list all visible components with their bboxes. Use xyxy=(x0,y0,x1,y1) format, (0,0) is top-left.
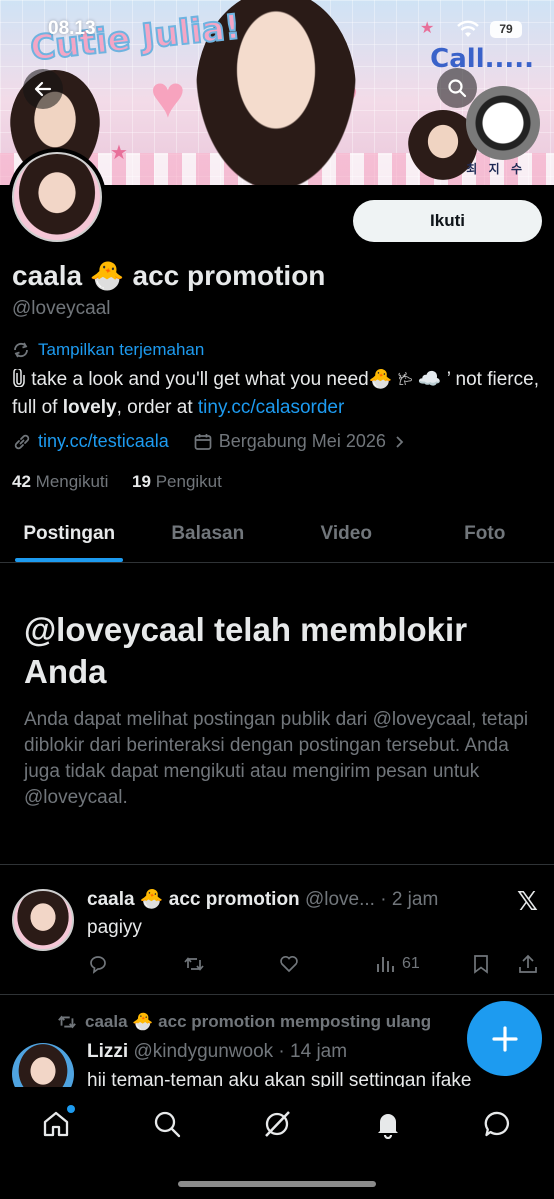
reply-icon xyxy=(90,956,106,974)
home-notification-dot xyxy=(67,1105,75,1113)
profile-display-name: caala 🐣 acc promotion xyxy=(12,260,326,291)
post-handle-time: @love... · 2 jam xyxy=(304,889,439,910)
star-decoration: ★ xyxy=(110,142,128,164)
profile-bio: take a look and you'll get what you need… xyxy=(12,366,547,422)
wifi-icon xyxy=(457,20,479,37)
screen-record-button[interactable] xyxy=(466,86,540,160)
follow-button[interactable]: Ikuti xyxy=(353,200,542,242)
status-bar: 08.13 79 xyxy=(0,18,554,44)
nav-messages[interactable] xyxy=(481,1107,515,1141)
share-icon xyxy=(519,954,537,973)
link-icon xyxy=(14,434,30,449)
followers-label: Pengikut xyxy=(155,472,222,491)
profile-handle: @loveycaal xyxy=(12,298,111,319)
bio-bold-text: lovely xyxy=(62,397,117,418)
blocked-title: @loveycaal telah memblokir Anda xyxy=(24,611,468,690)
views-icon xyxy=(377,957,394,972)
avatar-image xyxy=(12,152,102,242)
battery-indicator: 79 xyxy=(490,21,522,38)
repost-button[interactable] xyxy=(183,953,205,975)
bookmark-icon xyxy=(474,955,488,974)
following-count: 42 xyxy=(12,472,31,491)
like-button[interactable] xyxy=(278,953,300,975)
bio-text-3: , order at xyxy=(116,397,198,418)
status-time: 08.13 xyxy=(48,18,96,39)
explore-icon xyxy=(154,1111,181,1138)
nav-notifications[interactable] xyxy=(371,1107,405,1141)
tab-foto[interactable]: Foto xyxy=(416,505,554,562)
views-count: 61 xyxy=(402,955,420,972)
chevron-right-icon[interactable] xyxy=(392,435,406,449)
section-divider xyxy=(0,864,554,865)
followers-count: 19 xyxy=(132,472,151,491)
post-header[interactable]: caala 🐣 acc promotion @love... · 2 jam xyxy=(87,887,438,911)
post-author-name: Lizzi xyxy=(87,1041,129,1062)
post-actions: 61 xyxy=(87,953,542,979)
reply-button[interactable] xyxy=(87,953,109,975)
tab-video[interactable]: Video xyxy=(277,505,416,562)
views-button[interactable]: 61 xyxy=(374,953,420,975)
nav-grok[interactable] xyxy=(260,1107,294,1141)
post-header[interactable]: Lizzi @kindygunwook · 14 jam xyxy=(87,1041,347,1063)
search-icon xyxy=(448,79,467,98)
heart-decoration: ♥ xyxy=(150,63,186,130)
x-logo-icon: 𝕏 xyxy=(517,887,538,917)
bookmark-button[interactable] xyxy=(470,953,492,975)
paperclip-icon xyxy=(13,367,25,388)
home-icon xyxy=(43,1111,69,1137)
translate-link[interactable]: Tampilkan terjemahan xyxy=(12,340,204,360)
banner-deco-name: 최 지 수 xyxy=(466,162,526,176)
messages-icon xyxy=(484,1111,510,1137)
chain-icon: 𐂂 xyxy=(397,372,413,388)
repost-icon xyxy=(58,1015,76,1029)
nav-explore[interactable] xyxy=(150,1107,184,1141)
bio-text-1: take a look and you'll get what you need… xyxy=(31,369,398,390)
repost-icon xyxy=(184,957,204,971)
follow-counts: 42 Mengikuti 19 Pengikut xyxy=(12,472,222,492)
post-divider xyxy=(0,994,554,995)
like-icon xyxy=(280,955,298,973)
translate-label: Tampilkan terjemahan xyxy=(38,340,205,359)
post-text[interactable]: pagiyy xyxy=(87,917,142,939)
bio-order-link[interactable]: tiny.cc/calasorder xyxy=(198,397,344,418)
notifications-icon xyxy=(378,1114,398,1139)
profile-avatar[interactable] xyxy=(8,148,106,246)
translate-icon xyxy=(14,342,28,358)
home-indicator-bar[interactable] xyxy=(178,1181,376,1187)
repost-indicator: caala 🐣 acc promotion memposting ulang xyxy=(57,1012,431,1032)
back-arrow-icon xyxy=(34,81,52,97)
following-link[interactable]: 42 Mengikuti xyxy=(12,472,108,491)
website-link[interactable]: tiny.cc/testicaala xyxy=(38,431,169,452)
back-button[interactable] xyxy=(23,69,63,109)
following-label: Mengikuti xyxy=(35,472,109,491)
joined-date: Bergabung Mei 2026 xyxy=(218,431,386,451)
tab-postingan[interactable]: Postingan xyxy=(0,505,139,562)
calendar-icon xyxy=(194,433,212,450)
banner-deco-call: Call..... xyxy=(430,44,534,74)
compose-button[interactable] xyxy=(467,1001,542,1076)
grok-icon xyxy=(265,1111,290,1137)
blocked-description: Anda dapat melihat postingan publik dari… xyxy=(24,709,529,808)
repost-label: caala 🐣 acc promotion memposting ulang xyxy=(85,1012,432,1031)
profile-tabs: Postingan Balasan Video Foto xyxy=(0,505,554,563)
nav-home[interactable] xyxy=(39,1105,75,1141)
post-author-name: caala 🐣 acc promotion xyxy=(87,889,300,910)
post-avatar[interactable] xyxy=(12,889,74,951)
share-button[interactable] xyxy=(517,953,539,975)
followers-link[interactable]: 19 Pengikut xyxy=(132,472,222,491)
plus-icon xyxy=(491,1025,518,1052)
tab-balasan[interactable]: Balasan xyxy=(139,505,278,562)
profile-meta: tiny.cc/testicaala Bergabung Mei 2026 xyxy=(12,431,406,452)
post-handle-time: @kindygunwook · 14 jam xyxy=(133,1041,348,1062)
